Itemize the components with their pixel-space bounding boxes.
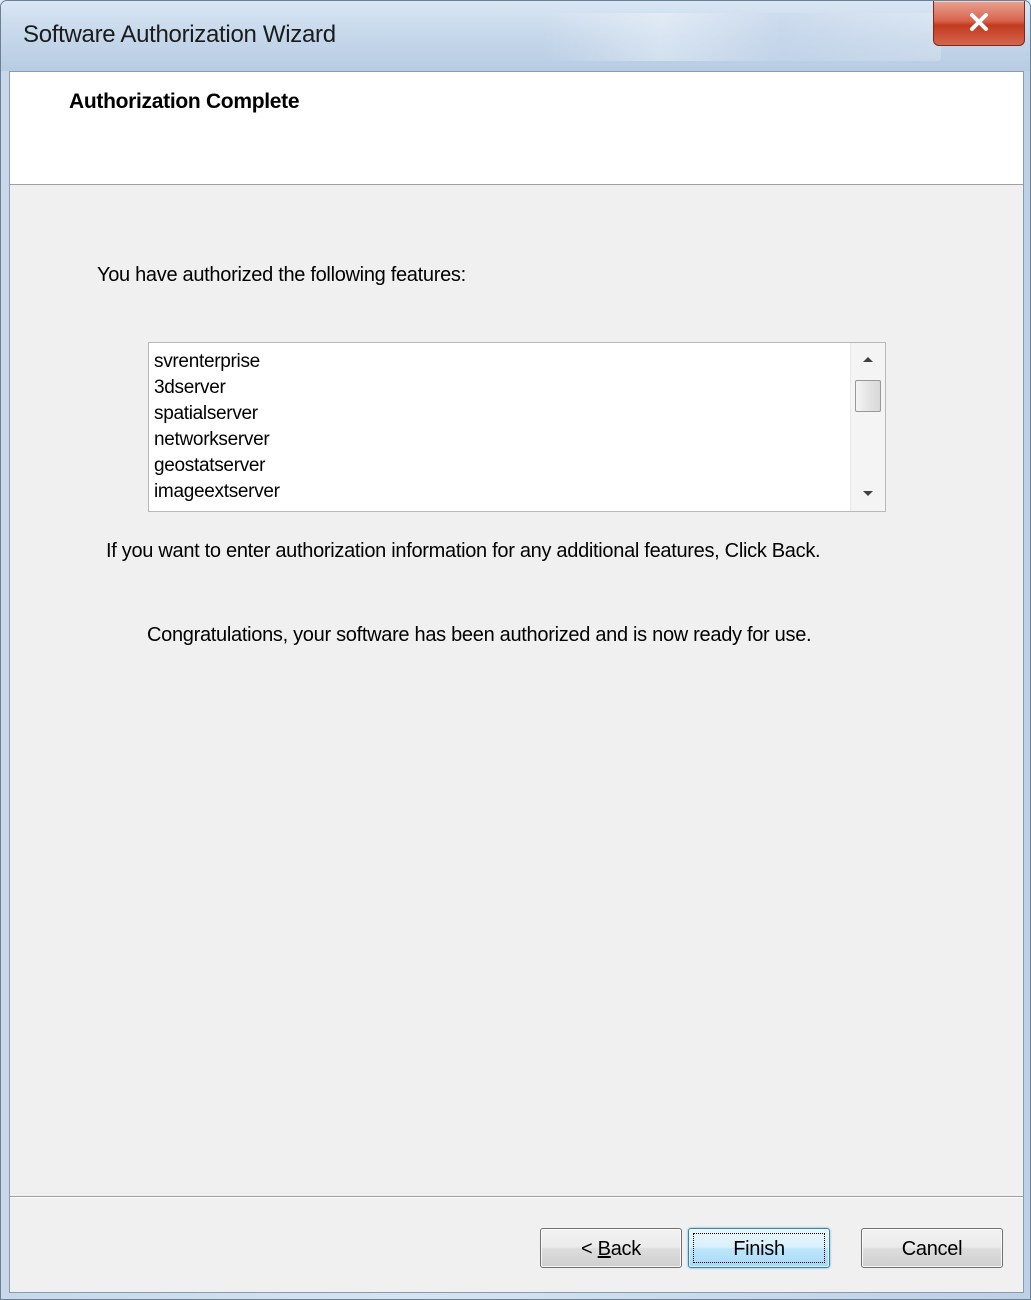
back-button-prefix: <: [581, 1238, 598, 1260]
scroll-up-button[interactable]: [851, 343, 885, 377]
cancel-button[interactable]: Cancel: [861, 1228, 1003, 1268]
title-bar[interactable]: Software Authorization Wizard: [1, 1, 1030, 71]
back-hint-text: If you want to enter authorization infor…: [106, 540, 821, 562]
vertical-scrollbar[interactable]: [850, 343, 885, 511]
scroll-down-button[interactable]: [851, 477, 885, 511]
list-item[interactable]: 3dserver: [154, 375, 280, 401]
features-items: svrenterprise 3dserver spatialserver net…: [154, 349, 280, 505]
list-item[interactable]: networkserver: [154, 427, 280, 453]
back-button[interactable]: < Back: [540, 1228, 682, 1268]
list-item[interactable]: imageextserver: [154, 479, 280, 505]
list-item[interactable]: geostatserver: [154, 453, 280, 479]
authorized-features-list[interactable]: svrenterprise 3dserver spatialserver net…: [148, 342, 886, 512]
window-title: Software Authorization Wizard: [23, 21, 336, 48]
close-icon: [970, 13, 988, 31]
finish-button-label: Finish: [733, 1238, 785, 1260]
congratulations-text: Congratulations, your software has been …: [147, 624, 812, 646]
wizard-client-area: Authorization Complete You have authoriz…: [9, 71, 1024, 1293]
footer-divider: [10, 1196, 1023, 1198]
wizard-window: Software Authorization Wizard Authorizat…: [0, 0, 1031, 1300]
close-button[interactable]: [933, 1, 1025, 46]
finish-button[interactable]: Finish: [688, 1228, 830, 1268]
scroll-thumb[interactable]: [855, 380, 881, 412]
scroll-down-arrow-icon: [863, 491, 873, 496]
page-title: Authorization Complete: [69, 90, 300, 113]
scroll-up-arrow-icon: [863, 357, 873, 362]
back-button-rest: ack: [610, 1238, 642, 1260]
list-item[interactable]: svrenterprise: [154, 349, 280, 375]
back-button-mnemonic: B: [597, 1238, 611, 1260]
title-bar-glass: [541, 13, 941, 61]
wizard-header-panel: Authorization Complete: [10, 72, 1023, 185]
list-item[interactable]: spatialserver: [154, 401, 280, 427]
features-intro-label: You have authorized the following featur…: [97, 264, 466, 286]
